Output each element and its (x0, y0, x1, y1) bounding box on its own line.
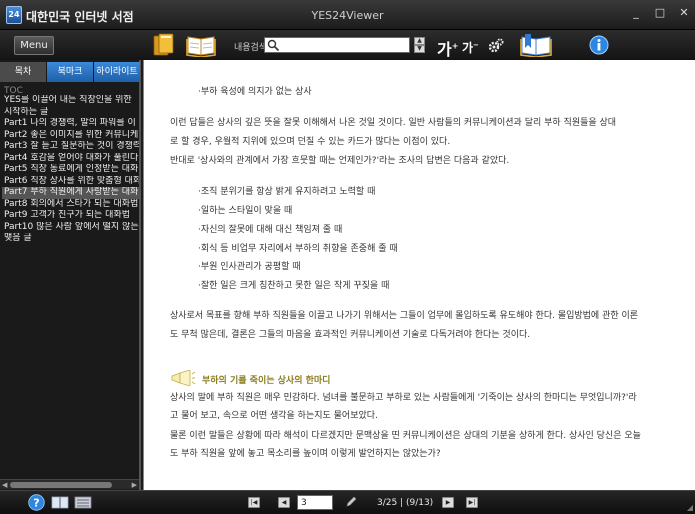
toc-item[interactable]: Part10 많은 사람 앞에서 떨지 않는 (2, 222, 139, 234)
first-page-button[interactable]: |◀ (248, 497, 260, 508)
book-icon[interactable] (186, 33, 216, 57)
section-title: 부하의 기를 죽이는 상사의 한마디 (202, 376, 331, 386)
font-decrease-label: 가 (462, 41, 474, 55)
search-prev-icon[interactable]: ▲ (414, 37, 425, 45)
sidebar-tabs: 목차 북마크 하이라이트 (0, 62, 141, 82)
search-next-icon[interactable]: ▼ (414, 45, 425, 53)
search-input[interactable] (281, 39, 407, 51)
search-label: 내용검색 (234, 43, 268, 53)
settings-icon[interactable] (488, 38, 504, 54)
pencil-icon[interactable] (345, 496, 357, 508)
toc-item[interactable]: Part3 잘 듣고 질문하는 것이 경쟁력 (2, 141, 139, 153)
paragraph-line: 로 할 경우, 우월적 지위에 있으며 던질 수 있는 카드가 많다는 이점이 … (170, 137, 451, 147)
section-heading: 부하의 기를 죽이는 상사의 한마디 (170, 370, 370, 386)
minimize-button[interactable]: _ (629, 6, 643, 20)
window-title: YES24Viewer (311, 9, 384, 22)
paragraph-line: 도 부하 직원을 앞에 놓고 목소리를 높이며 이렇게 발언하지는 않았는가? (170, 449, 441, 459)
toc-item[interactable]: Part1 나의 경쟁력, 말의 파워를 이 (2, 118, 139, 130)
scrollbar-thumb[interactable] (10, 482, 112, 488)
close-button[interactable]: ✕ (677, 6, 691, 20)
list-item: ·회식 등 비업무 자리에서 부하의 취향을 존중해 줄 때 (198, 244, 398, 254)
toc-item[interactable]: Part8 회의에서 스타가 되는 대화법 (2, 199, 139, 211)
bullet-heading: ·부하 육성에 의지가 없는 상사 (198, 87, 312, 97)
menu-button[interactable]: Menu (14, 36, 54, 55)
toc-item[interactable]: Part6 직장 상사를 위한 맞춤형 대화 (2, 176, 139, 188)
bookmark-book-icon[interactable] (520, 33, 552, 57)
toc-item[interactable]: Part2 좋은 이미지를 위한 커뮤니케 (2, 130, 139, 142)
resize-grip-icon[interactable]: ◢ (687, 503, 693, 512)
library-icon[interactable] (152, 33, 176, 57)
toc-item[interactable]: YES를 이끌어 내는 직장인을 위한 (2, 95, 139, 107)
search-icon (267, 39, 280, 52)
toc-item[interactable]: Part4 호감을 얻어야 대화가 풀린다 (2, 153, 139, 165)
help-icon[interactable]: ? (28, 494, 45, 511)
list-item: ·부원 인사관리가 공평할 때 (198, 262, 301, 272)
maximize-button[interactable]: □ (653, 6, 667, 20)
font-increase-label: 가 (437, 40, 452, 59)
list-item: ·조직 분위기를 항상 밝게 유지하려고 노력할 때 (198, 187, 376, 197)
paragraph-line: 이런 답들은 상사의 깊은 뜻을 잘못 이해해서 나온 것일 것이다. 일반 사… (170, 118, 617, 128)
search-nav-stepper[interactable]: ▲ ▼ (414, 37, 425, 53)
last-page-button[interactable]: ▶| (466, 497, 478, 508)
document-page: ·부하 육성에 의지가 없는 상사 이런 답들은 상사의 깊은 뜻을 잘못 이해… (143, 60, 695, 490)
tab-bookmark[interactable]: 북마크 (47, 62, 93, 82)
next-page-button[interactable]: ▶ (442, 497, 454, 508)
tab-highlight[interactable]: 하이라이트 (94, 62, 140, 82)
status-bar: ? |◀ ◀ 3/25 | (9/13) ▶ ▶| ◢ (0, 490, 695, 514)
scroll-left-icon[interactable]: ◀ (2, 481, 7, 489)
toc-item[interactable]: Part9 고객가 친구가 되는 대화법 (2, 210, 139, 222)
toc-item-selected[interactable]: Part7 부하 직원에게 사랑받는 대화 (2, 187, 139, 199)
svg-text:?: ? (33, 497, 39, 510)
font-decrease-button[interactable]: 가− (462, 39, 479, 56)
list-item: ·잘한 일은 크게 칭찬하고 못한 일은 작게 꾸짖을 때 (198, 281, 390, 291)
info-icon[interactable] (589, 35, 609, 55)
two-page-view-icon[interactable] (51, 496, 69, 509)
paragraph-line: 고 물어 보고, 속으로 어떤 생각을 하는지도 물어보았다. (170, 411, 378, 421)
tab-toc[interactable]: 목차 (0, 62, 46, 82)
title-bar: 24 대한민국 인터넷 서점 YES24Viewer _ □ ✕ (0, 0, 695, 30)
scroll-right-icon[interactable]: ▶ (132, 481, 137, 489)
search-box[interactable] (264, 37, 410, 53)
sidebar: 목차 북마크 하이라이트 TOC YES를 이끌어 내는 직장인을 위한 시작하… (0, 60, 141, 490)
paragraph-line: 상사로서 목표를 향해 부하 직원들을 이끌고 나가기 위해서는 그들이 업무에… (170, 311, 639, 321)
megaphone-icon (171, 370, 196, 386)
page-number-input[interactable] (297, 495, 333, 510)
toolbar: Menu 내용검색 ▲ ▼ 가+ 가− (0, 30, 695, 60)
toc-item[interactable]: Part5 직장 동료에게 인정받는 대화 (2, 164, 139, 176)
scroll-view-icon[interactable] (74, 496, 92, 509)
font-increase-button[interactable]: 가+ (437, 36, 458, 60)
paragraph-line: 상사의 말에 부하 직원은 매우 민감하다. 넘녀를 불문하고 부하로 있는 사… (170, 393, 637, 403)
toc-item[interactable]: 맺음 글 (2, 233, 139, 245)
toc-horizontal-scrollbar[interactable]: ◀ ▶ (0, 479, 139, 489)
list-item: ·자신의 잘못에 대해 대신 책임져 줄 때 (198, 225, 343, 235)
prev-page-button[interactable]: ◀ (278, 497, 290, 508)
toc-item[interactable]: 시작하는 글 (2, 107, 139, 119)
paragraph-line: 물론 이런 말들은 상황에 따라 해석이 다르겠지만 문맥상을 띤 커뮤니케이션… (170, 431, 641, 441)
page-status: 3/25 | (9/13) (377, 498, 434, 508)
paragraph-line: 반대로 '상사와의 관계에서 가장 흐뭇할 때는 언제인가?'라는 조사의 답변… (170, 156, 510, 166)
paragraph-line: 도 무척 많은데, 결론은 그들의 마음을 효과적인 커뮤니케이션 기술로 다독… (170, 330, 531, 340)
list-item: ·일하는 스타일이 맞을 때 (198, 206, 293, 216)
toc-list: YES를 이끌어 내는 직장인을 위한 시작하는 글 Part1 나의 경쟁력,… (2, 95, 139, 475)
